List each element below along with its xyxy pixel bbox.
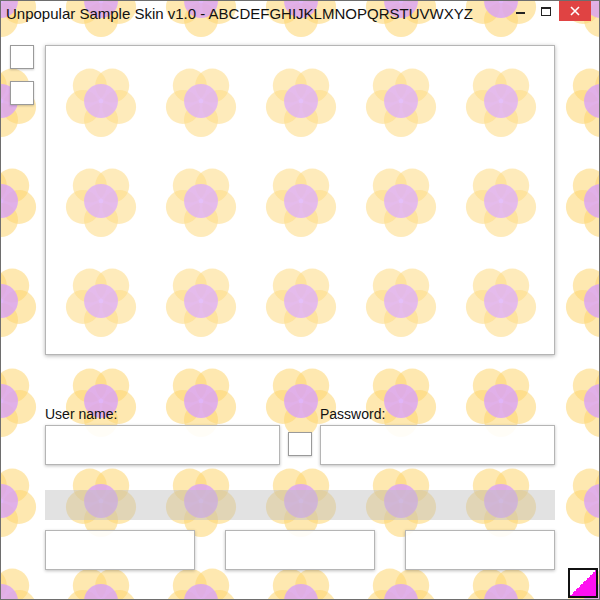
title-bar: Unpopular Sample Skin v1.0 - ABCDEFGHIJK… (1, 1, 599, 23)
close-icon (570, 6, 580, 16)
username-label: User name: (45, 404, 280, 425)
maximize-icon (541, 7, 551, 16)
password-field[interactable] (320, 425, 555, 465)
window-title: Unpopular Sample Skin v1.0 - ABCDEFGHIJK… (1, 1, 473, 24)
button[interactable] (225, 530, 375, 570)
close-button[interactable] (559, 1, 591, 21)
button[interactable] (45, 530, 195, 570)
side-checkbox[interactable] (10, 81, 34, 105)
login-form: User name: Password: (45, 403, 555, 465)
side-checkbox[interactable] (10, 45, 34, 69)
remember-checkbox[interactable] (288, 432, 312, 456)
content-panel (45, 45, 555, 355)
resize-grip-icon[interactable] (568, 568, 598, 598)
minimize-icon (516, 12, 525, 14)
password-label: Password: (320, 404, 555, 425)
bar-strip (45, 490, 555, 520)
username-field[interactable] (45, 425, 280, 465)
skin-window: Unpopular Sample Skin v1.0 - ABCDEFGHIJK… (0, 0, 600, 600)
minimize-button[interactable] (507, 1, 533, 21)
maximize-button[interactable] (533, 1, 559, 21)
button[interactable] (405, 530, 555, 570)
